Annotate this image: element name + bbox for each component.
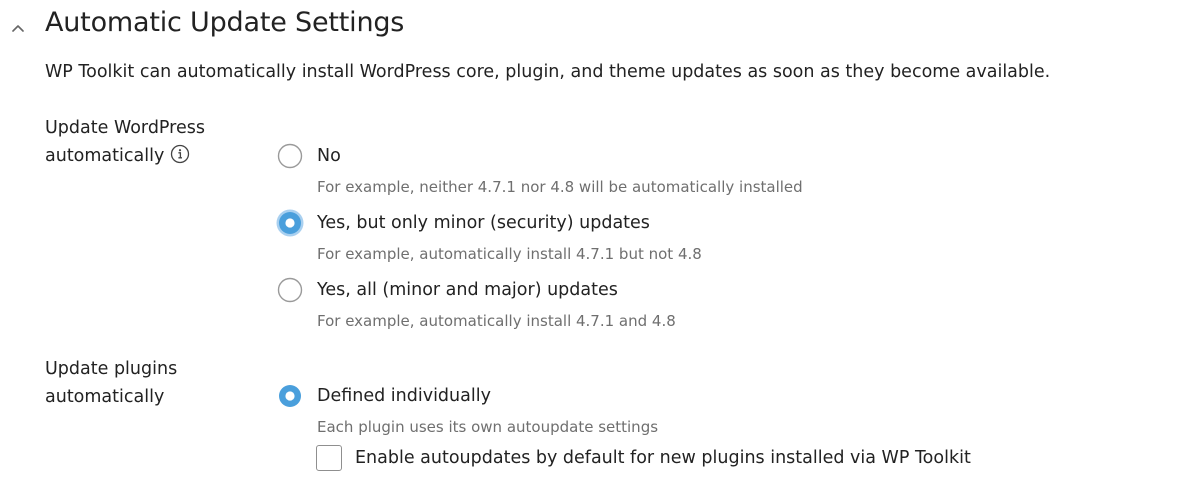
hint-wordpress-all: For example, automatically install 4.7.1… bbox=[317, 312, 676, 330]
radio-label: Defined individually bbox=[317, 386, 491, 406]
radio-wordpress-all[interactable]: Yes, all (minor and major) updates bbox=[276, 275, 618, 305]
plugin-updates-label-line2: automatically bbox=[45, 387, 165, 407]
radio-circle bbox=[276, 382, 304, 410]
radio-circle bbox=[276, 209, 304, 237]
wordpress-updates-label-line2: automatically bbox=[45, 146, 165, 166]
plugin-updates-label: Update plugins automatically bbox=[45, 355, 177, 411]
radio-circle bbox=[276, 276, 304, 304]
radio-plugins-individual[interactable]: Defined individually bbox=[276, 381, 491, 411]
radio-wordpress-no[interactable]: No bbox=[276, 141, 341, 171]
radio-label: Yes, all (minor and major) updates bbox=[317, 280, 618, 300]
chevron-up-icon bbox=[12, 25, 24, 32]
wordpress-updates-label: Update WordPress automatically bbox=[45, 114, 205, 173]
plugin-updates-label-line1: Update plugins bbox=[45, 359, 178, 379]
radio-label: Yes, but only minor (security) updates bbox=[317, 213, 650, 233]
info-icon[interactable] bbox=[170, 144, 190, 173]
radio-wordpress-minor[interactable]: Yes, but only minor (security) updates bbox=[276, 208, 650, 238]
radio-label: No bbox=[317, 146, 341, 166]
wordpress-updates-label-line1: Update WordPress bbox=[45, 118, 205, 138]
hint-plugins-individual: Each plugin uses its own autoupdate sett… bbox=[317, 418, 659, 436]
radio-circle bbox=[276, 142, 304, 170]
section-description: WP Toolkit can automatically install Wor… bbox=[45, 62, 1051, 82]
default-autoupdate-checkbox-row[interactable]: Enable autoupdates by default for new pl… bbox=[316, 443, 971, 473]
default-autoupdate-checkbox[interactable] bbox=[316, 445, 342, 471]
section-title: Automatic Update Settings bbox=[45, 7, 405, 38]
hint-wordpress-no: For example, neither 4.7.1 nor 4.8 will … bbox=[317, 178, 803, 196]
collapse-section-button[interactable] bbox=[8, 18, 28, 38]
hint-wordpress-minor: For example, automatically install 4.7.1… bbox=[317, 245, 702, 263]
default-autoupdate-checkbox-label: Enable autoupdates by default for new pl… bbox=[355, 448, 971, 468]
